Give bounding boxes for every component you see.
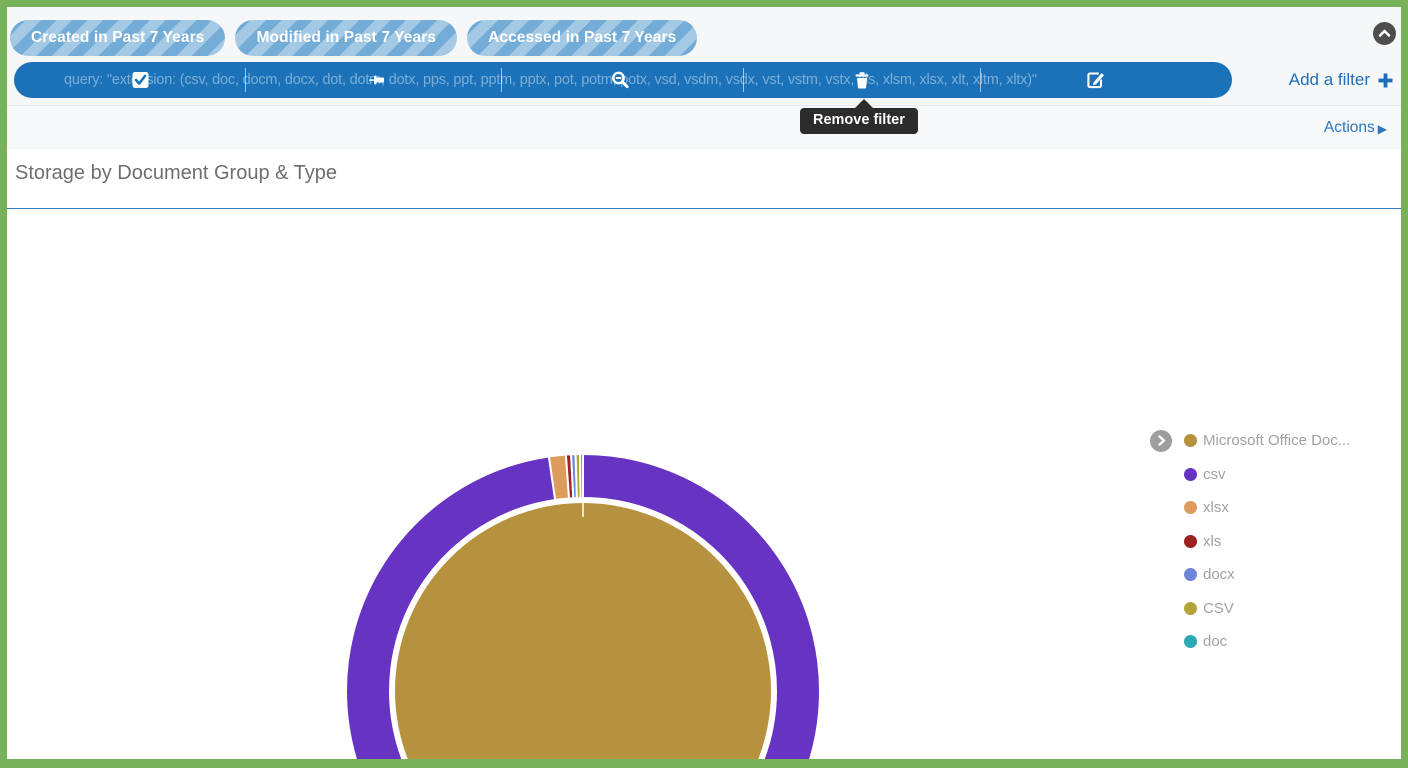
legend-label[interactable]: xlsx [1203,499,1229,516]
filter-header: Created in Past 7 Years Modified in Past… [7,7,1401,106]
actions-menu-button[interactable]: Actions ▶ [1324,119,1387,137]
query-row: query: "extension: (csv, doc, docm, docx… [7,62,1401,98]
legend-dot [1184,501,1197,514]
query-separator [245,68,246,92]
filter-pill-label: Modified in Past 7 Years [256,29,436,47]
legend-label[interactable]: CSV [1203,600,1234,617]
add-filter-button[interactable]: Add a filter [1289,62,1393,98]
filter-pill-label: Created in Past 7 Years [31,29,204,47]
legend-dot [1184,468,1197,481]
pin-icon[interactable] [368,71,386,89]
legend-item: doc [1150,625,1400,659]
legend-label[interactable]: xls [1203,533,1221,550]
legend-label[interactable]: docx [1203,566,1235,583]
legend-dot [1184,568,1197,581]
legend-label[interactable]: csv [1203,466,1226,483]
page-title: Storage by Document Group & Type [15,162,1401,185]
legend-item: Microsoft Office Doc... [1150,424,1400,458]
query-separator [501,68,502,92]
tooltip-arrow [855,99,873,108]
edit-icon[interactable] [1086,71,1105,90]
filter-pill-created[interactable]: Created in Past 7 Years [10,20,225,56]
query-separator [980,68,981,92]
filter-pill-label: Accessed in Past 7 Years [488,29,676,47]
plus-icon [1378,73,1393,88]
legend-item: xls [1150,525,1400,559]
add-filter-label: Add a filter [1289,70,1370,90]
query-text: query: "extension: (csv, doc, docm, docx… [64,62,1224,98]
caret-right-icon: ▶ [1378,121,1387,135]
legend-label[interactable]: Microsoft Office Doc... [1203,432,1350,449]
app-window: Created in Past 7 Years Modified in Past… [0,0,1408,768]
query-filter-pill[interactable]: query: "extension: (csv, doc, docm, docx… [14,62,1232,98]
actions-label: Actions [1324,119,1375,137]
remove-filter-tooltip: Remove filter [800,99,918,134]
legend-dot [1184,434,1197,447]
donut-segment-doc[interactable] [580,454,583,498]
filter-pills-row: Created in Past 7 Years Modified in Past… [10,20,1401,56]
legend-expand-icon[interactable] [1150,430,1172,452]
legend-dot [1184,602,1197,615]
legend-item: xlsx [1150,491,1400,525]
legend-item: docx [1150,558,1400,592]
actions-row: Actions ▶ [7,106,1401,149]
legend-item: CSV [1150,592,1400,626]
zoom-out-icon[interactable] [611,71,630,90]
panel-header: Storage by Document Group & Type [7,149,1401,185]
tooltip-text: Remove filter [800,108,918,134]
collapse-header-button[interactable] [1373,22,1396,45]
legend-label[interactable]: doc [1203,633,1227,650]
panel-divider [7,208,1401,209]
legend-dot [1184,535,1197,548]
filter-pill-modified[interactable]: Modified in Past 7 Years [235,20,457,56]
legend-item: csv [1150,458,1400,492]
filter-pill-accessed[interactable]: Accessed in Past 7 Years [467,20,697,56]
checkbox-icon[interactable] [131,71,150,90]
chevron-up-icon [1378,27,1391,40]
donut-chart[interactable] [333,441,833,768]
query-separator [743,68,744,92]
legend-dot [1184,635,1197,648]
trash-icon[interactable] [853,71,871,89]
chart-legend: Microsoft Office Doc... csv xlsx xls doc… [1150,424,1400,659]
